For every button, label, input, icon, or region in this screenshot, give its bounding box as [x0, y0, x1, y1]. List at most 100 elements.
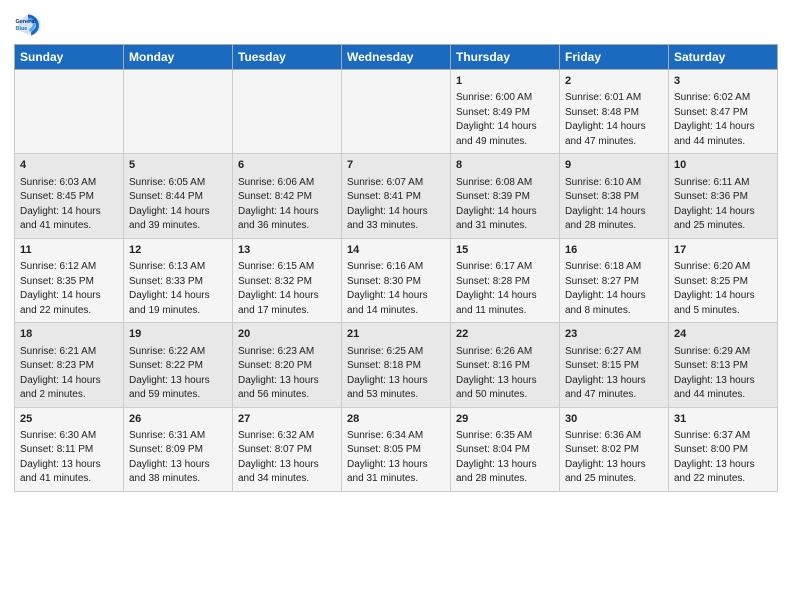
day-number: 16: [565, 243, 663, 258]
day-cell-30: 30 Sunrise: 6:36 AM Sunset: 8:02 PM Dayli…: [560, 407, 669, 491]
day-cell-23: 23 Sunrise: 6:27 AM Sunset: 8:15 PM Dayli…: [560, 323, 669, 407]
day-info: Sunrise: 6:37 AM Sunset: 8:00 PM Dayligh…: [674, 429, 772, 487]
week-row-3: 11 Sunrise: 6:12 AM Sunset: 8:35 PM Dayli…: [15, 238, 778, 322]
day-number: 14: [347, 243, 445, 258]
weekday-header-tuesday: Tuesday: [233, 45, 342, 70]
week-row-1: 1 Sunrise: 6:00 AM Sunset: 8:49 PM Daylig…: [15, 70, 778, 154]
week-row-5: 25 Sunrise: 6:30 AM Sunset: 8:11 PM Dayli…: [15, 407, 778, 491]
header: General Blue: [14, 10, 778, 38]
day-number: 30: [565, 412, 663, 427]
day-cell-5: 5Sunrise: 6:05 AM Sunset: 8:44 PM Daylig…: [124, 154, 233, 238]
day-number: 26: [129, 412, 227, 427]
day-info: Sunrise: 6:35 AM Sunset: 8:04 PM Dayligh…: [456, 429, 554, 487]
day-number: 23: [565, 327, 663, 342]
day-info: Sunrise: 6:17 AM Sunset: 8:28 PM Dayligh…: [456, 260, 554, 318]
weekday-header-thursday: Thursday: [451, 45, 560, 70]
day-info: Sunrise: 6:18 AM Sunset: 8:27 PM Dayligh…: [565, 260, 663, 318]
weekday-header-friday: Friday: [560, 45, 669, 70]
empty-cell: [233, 70, 342, 154]
day-info: Sunrise: 6:10 AM Sunset: 8:38 PM Dayligh…: [565, 176, 663, 234]
day-info: Sunrise: 6:29 AM Sunset: 8:13 PM Dayligh…: [674, 345, 772, 403]
day-cell-12: 12 Sunrise: 6:13 AM Sunset: 8:33 PM Dayli…: [124, 238, 233, 322]
day-number: 22: [456, 327, 554, 342]
day-number: 18: [20, 327, 118, 342]
day-info: Sunrise: 6:11 AM Sunset: 8:36 PM Dayligh…: [674, 176, 772, 234]
day-number: 17: [674, 243, 772, 258]
day-cell-4: 4 Sunrise: 6:03 AM Sunset: 8:45 PM Daylig…: [15, 154, 124, 238]
day-info: Sunrise: 6:15 AM Sunset: 8:32 PM Dayligh…: [238, 260, 336, 318]
day-info: Sunrise: 6:34 AM Sunset: 8:05 PM Dayligh…: [347, 429, 445, 487]
day-info: Sunrise: 6:08 AM Sunset: 8:39 PM Dayligh…: [456, 176, 554, 234]
day-info: Sunrise: 6:30 AM Sunset: 8:11 PM Dayligh…: [20, 429, 118, 487]
day-cell-24: 24 Sunrise: 6:29 AM Sunset: 8:13 PM Dayli…: [669, 323, 778, 407]
empty-cell: [15, 70, 124, 154]
logo-icon: General Blue: [14, 10, 42, 38]
day-info: Sunrise: 6:21 AM Sunset: 8:23 PM Dayligh…: [20, 345, 118, 403]
calendar-table: SundayMondayTuesdayWednesdayThursdayFrid…: [14, 44, 778, 492]
day-cell-17: 17Sunrise: 6:20 AM Sunset: 8:25 PM Dayli…: [669, 238, 778, 322]
day-number: 8: [456, 158, 554, 173]
day-info: Sunrise: 6:31 AM Sunset: 8:09 PM Dayligh…: [129, 429, 227, 487]
day-number: 13: [238, 243, 336, 258]
day-info: Sunrise: 6:00 AM Sunset: 8:49 PM Dayligh…: [456, 91, 554, 149]
day-cell-31: 31Sunrise: 6:37 AM Sunset: 8:00 PM Dayli…: [669, 407, 778, 491]
day-number: 15: [456, 243, 554, 258]
day-info: Sunrise: 6:06 AM Sunset: 8:42 PM Dayligh…: [238, 176, 336, 234]
day-cell-6: 6 Sunrise: 6:06 AM Sunset: 8:42 PM Daylig…: [233, 154, 342, 238]
day-number: 28: [347, 412, 445, 427]
day-info: Sunrise: 6:27 AM Sunset: 8:15 PM Dayligh…: [565, 345, 663, 403]
day-cell-1: 1 Sunrise: 6:00 AM Sunset: 8:49 PM Daylig…: [451, 70, 560, 154]
day-number: 9: [565, 158, 663, 173]
day-number: 12: [129, 243, 227, 258]
day-cell-9: 9 Sunrise: 6:10 AM Sunset: 8:38 PM Daylig…: [560, 154, 669, 238]
day-cell-22: 22 Sunrise: 6:26 AM Sunset: 8:16 PM Dayli…: [451, 323, 560, 407]
day-info: Sunrise: 6:23 AM Sunset: 8:20 PM Dayligh…: [238, 345, 336, 403]
day-number: 27: [238, 412, 336, 427]
day-cell-28: 28 Sunrise: 6:34 AM Sunset: 8:05 PM Dayli…: [342, 407, 451, 491]
day-number: 29: [456, 412, 554, 427]
day-number: 5: [129, 158, 227, 173]
week-row-2: 4 Sunrise: 6:03 AM Sunset: 8:45 PM Daylig…: [15, 154, 778, 238]
day-info: Sunrise: 6:16 AM Sunset: 8:30 PM Dayligh…: [347, 260, 445, 318]
day-number: 2: [565, 74, 663, 89]
day-number: 25: [20, 412, 118, 427]
day-cell-29: 29 Sunrise: 6:35 AM Sunset: 8:04 PM Dayli…: [451, 407, 560, 491]
day-number: 21: [347, 327, 445, 342]
day-info: Sunrise: 6:22 AM Sunset: 8:22 PM Dayligh…: [129, 345, 227, 403]
day-number: 24: [674, 327, 772, 342]
day-cell-18: 18 Sunrise: 6:21 AM Sunset: 8:23 PM Dayli…: [15, 323, 124, 407]
day-number: 3: [674, 74, 772, 89]
day-cell-3: 3Sunrise: 6:02 AM Sunset: 8:47 PM Daylig…: [669, 70, 778, 154]
day-info: Sunrise: 6:07 AM Sunset: 8:41 PM Dayligh…: [347, 176, 445, 234]
weekday-header-sunday: Sunday: [15, 45, 124, 70]
weekday-header-monday: Monday: [124, 45, 233, 70]
day-info: Sunrise: 6:12 AM Sunset: 8:35 PM Dayligh…: [20, 260, 118, 318]
day-cell-16: 16 Sunrise: 6:18 AM Sunset: 8:27 PM Dayli…: [560, 238, 669, 322]
empty-cell: [342, 70, 451, 154]
weekday-header-row: SundayMondayTuesdayWednesdayThursdayFrid…: [15, 45, 778, 70]
day-cell-8: 8 Sunrise: 6:08 AM Sunset: 8:39 PM Daylig…: [451, 154, 560, 238]
day-number: 20: [238, 327, 336, 342]
day-number: 1: [456, 74, 554, 89]
day-number: 4: [20, 158, 118, 173]
day-number: 11: [20, 243, 118, 258]
day-cell-26: 26 Sunrise: 6:31 AM Sunset: 8:09 PM Dayli…: [124, 407, 233, 491]
day-info: Sunrise: 6:36 AM Sunset: 8:02 PM Dayligh…: [565, 429, 663, 487]
day-info: Sunrise: 6:01 AM Sunset: 8:48 PM Dayligh…: [565, 91, 663, 149]
day-cell-19: 19 Sunrise: 6:22 AM Sunset: 8:22 PM Dayli…: [124, 323, 233, 407]
weekday-header-saturday: Saturday: [669, 45, 778, 70]
day-cell-25: 25 Sunrise: 6:30 AM Sunset: 8:11 PM Dayli…: [15, 407, 124, 491]
day-info: Sunrise: 6:13 AM Sunset: 8:33 PM Dayligh…: [129, 260, 227, 318]
day-info: Sunrise: 6:26 AM Sunset: 8:16 PM Dayligh…: [456, 345, 554, 403]
day-cell-13: 13 Sunrise: 6:15 AM Sunset: 8:32 PM Dayli…: [233, 238, 342, 322]
day-cell-14: 14 Sunrise: 6:16 AM Sunset: 8:30 PM Dayli…: [342, 238, 451, 322]
day-cell-7: 7 Sunrise: 6:07 AM Sunset: 8:41 PM Daylig…: [342, 154, 451, 238]
weekday-header-wednesday: Wednesday: [342, 45, 451, 70]
day-cell-2: 2 Sunrise: 6:01 AM Sunset: 8:48 PM Daylig…: [560, 70, 669, 154]
svg-text:General: General: [16, 19, 37, 25]
day-number: 7: [347, 158, 445, 173]
day-cell-27: 27Sunrise: 6:32 AM Sunset: 8:07 PM Dayli…: [233, 407, 342, 491]
day-number: 6: [238, 158, 336, 173]
day-number: 19: [129, 327, 227, 342]
day-info: Sunrise: 6:03 AM Sunset: 8:45 PM Dayligh…: [20, 176, 118, 234]
